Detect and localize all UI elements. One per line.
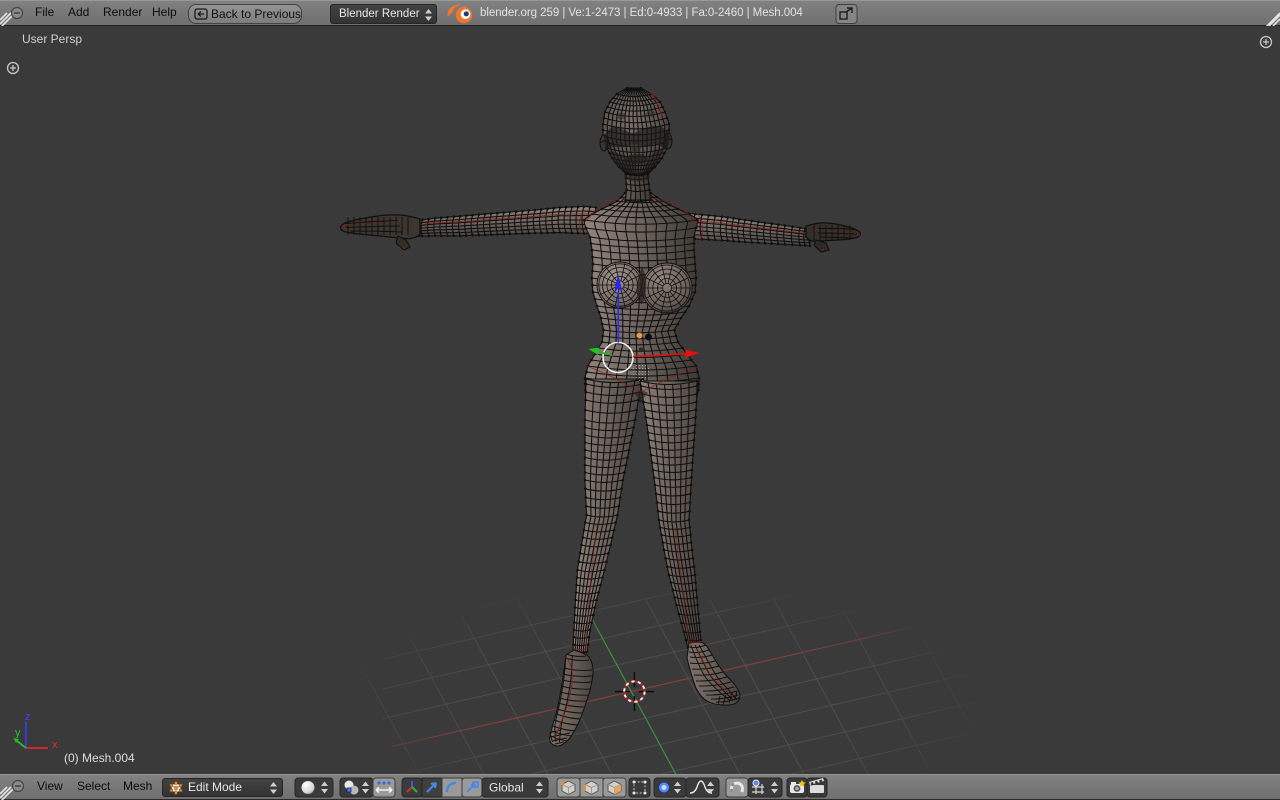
svg-text:z: z [25,711,31,723]
svg-text:y: y [15,727,21,739]
svg-text:x: x [52,739,58,751]
svg-text:Global: Global [489,781,524,795]
